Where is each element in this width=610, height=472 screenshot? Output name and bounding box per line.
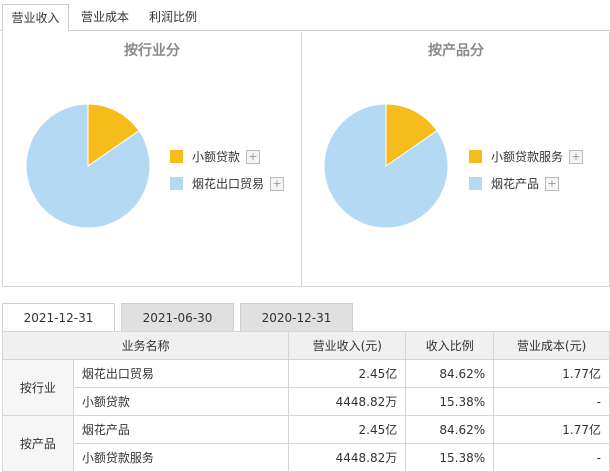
expand-plus-icon[interactable]: + <box>270 177 284 191</box>
cost-cell: 1.77亿 <box>493 359 610 388</box>
cost-cell: 1.77亿 <box>493 415 610 444</box>
tab-date-2020-12-31[interactable]: 2020-12-31 <box>240 303 353 331</box>
product-panel-title: 按产品分 <box>428 43 484 59</box>
revenue-cell: 2.45亿 <box>288 415 407 444</box>
expand-plus-icon[interactable]: + <box>569 150 583 164</box>
date-tab-bar: 2021-12-31 2021-06-30 2020-12-31 <box>2 303 610 332</box>
revenue-cell: 2.45亿 <box>288 359 407 388</box>
header-business-name: 业务名称 <box>1 331 290 360</box>
legend-swatch <box>469 150 482 163</box>
legend-item-fireworks-export[interactable]: 烟花出口贸易 + <box>170 176 300 192</box>
ratio-cell: 15.38% <box>405 387 495 416</box>
legend-label: 烟花产品 <box>491 177 540 191</box>
table-header-row: 业务名称 营业收入(元) 收入比例 营业成本(元) <box>1 331 610 360</box>
group-label: 按行业 <box>2 359 74 416</box>
legend-swatch <box>170 150 183 163</box>
industry-pie-chart <box>25 103 151 229</box>
industry-panel-title: 按行业分 <box>124 43 180 59</box>
business-breakdown-table: 业务名称 营业收入(元) 收入比例 营业成本(元) 按行业 烟花出口贸易 2.4… <box>1 331 610 472</box>
industry-panel: 按行业分 小额贷款 + 烟花出口贸易 + <box>3 32 302 286</box>
cost-cell: - <box>493 387 610 416</box>
revenue-cell: 4448.82万 <box>288 387 407 416</box>
legend-label: 小额贷款 <box>192 150 241 164</box>
header-revenue: 营业收入(元) <box>288 331 407 360</box>
revenue-cell: 4448.82万 <box>288 443 407 472</box>
legend-item-small-loan-service[interactable]: 小额贷款服务 + <box>469 149 599 165</box>
product-panel: 按产品分 小额贷款服务 + 烟花产品 + <box>303 32 609 286</box>
legend-label: 烟花出口贸易 <box>192 177 265 191</box>
legend-swatch <box>469 177 482 190</box>
legend-item-small-loan[interactable]: 小额贷款 + <box>170 149 270 165</box>
business-name-cell: 小额贷款 <box>72 387 290 416</box>
expand-plus-icon[interactable]: + <box>246 150 260 164</box>
legend-label: 小额贷款服务 <box>491 150 564 164</box>
legend-swatch <box>170 177 183 190</box>
cost-cell: - <box>493 443 610 472</box>
top-tab-bar: 营业收入 营业成本 利润比例 <box>0 0 610 32</box>
business-name-cell: 小额贷款服务 <box>72 443 290 472</box>
expand-plus-icon[interactable]: + <box>545 177 559 191</box>
ratio-cell: 84.62% <box>405 359 495 388</box>
header-ratio: 收入比例 <box>405 331 495 360</box>
business-name-cell: 烟花产品 <box>72 415 290 444</box>
tab-revenue[interactable]: 营业收入 <box>2 4 69 32</box>
legend-item-fireworks-product[interactable]: 烟花产品 + <box>469 176 569 192</box>
ratio-cell: 84.62% <box>405 415 495 444</box>
tab-date-2021-06-30[interactable]: 2021-06-30 <box>121 303 234 331</box>
ratio-cell: 15.38% <box>405 443 495 472</box>
table-row: 小额贷款服务 4448.82万 15.38% - <box>3 443 610 472</box>
table-row: 按产品 烟花产品 2.45亿 84.62% 1.77亿 <box>2 415 610 472</box>
header-cost: 营业成本(元) <box>493 331 610 360</box>
tab-cost[interactable]: 营业成本 <box>74 4 136 31</box>
table-row: 小额贷款 4448.82万 15.38% - <box>3 387 610 416</box>
table-row: 按行业 烟花出口贸易 2.45亿 84.62% 1.77亿 <box>2 359 610 416</box>
chart-panels: 按行业分 小额贷款 + 烟花出口贸易 + 按产品分 小额贷款服务 + 烟花产品 … <box>2 32 610 287</box>
group-label: 按产品 <box>2 415 74 472</box>
product-pie-chart <box>323 103 449 229</box>
business-name-cell: 烟花出口贸易 <box>72 359 290 388</box>
tab-date-2021-12-31[interactable]: 2021-12-31 <box>2 303 115 332</box>
tab-profit-ratio[interactable]: 利润比例 <box>142 4 204 31</box>
